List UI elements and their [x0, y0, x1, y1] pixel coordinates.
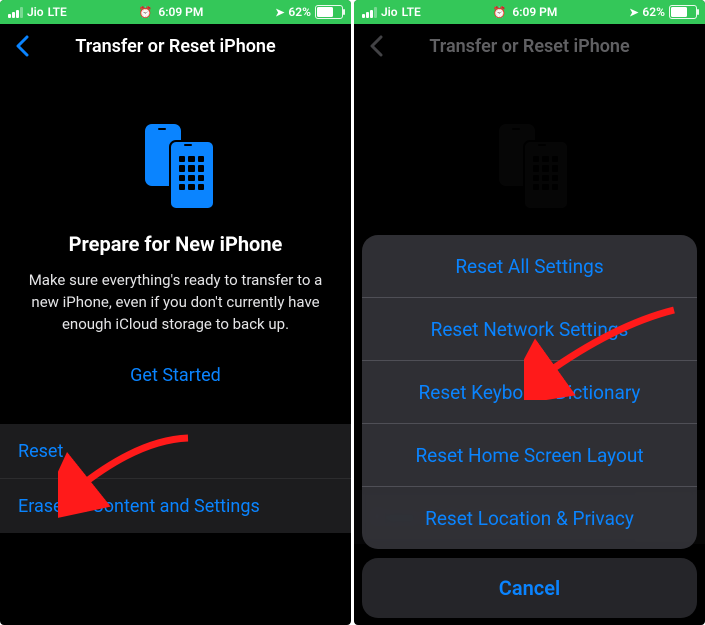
options-list: Reset Erase All Content and Settings: [0, 424, 351, 533]
screenshot-right: Jio LTE ⏰ 6:09 PM ➤ 62% Transfer or Rese…: [354, 0, 705, 625]
reset-network-settings-option[interactable]: Reset Network Settings: [362, 297, 697, 360]
network-label: LTE: [48, 5, 67, 19]
cancel-button[interactable]: Cancel: [362, 558, 697, 618]
erase-row[interactable]: Erase All Content and Settings: [0, 478, 351, 533]
clock-time: 6:09 PM: [512, 5, 557, 19]
signal-icon: [362, 7, 377, 18]
section-gap: [0, 386, 351, 424]
reset-location-privacy-option[interactable]: Reset Location & Privacy: [362, 486, 697, 549]
dual-screenshot-stage: Jio LTE ⏰ 6:09 PM ➤ 62% Transfer or Rese…: [0, 0, 705, 625]
screenshot-left: Jio LTE ⏰ 6:09 PM ➤ 62% Transfer or Rese…: [0, 0, 351, 625]
prepare-title: Prepare for New iPhone: [22, 232, 329, 256]
reset-keyboard-dictionary-option[interactable]: Reset Keyboard Dictionary: [362, 360, 697, 423]
reset-action-sheet: Reset All Settings Reset Network Setting…: [362, 235, 697, 618]
status-bar: Jio LTE ⏰ 6:09 PM ➤ 62%: [0, 0, 351, 24]
alarm-icon: ⏰: [139, 6, 153, 19]
iphone-transfer-icon: [131, 124, 221, 204]
location-icon: ➤: [629, 6, 638, 19]
battery-percent: 62%: [288, 5, 311, 19]
chevron-left-icon: [15, 35, 29, 57]
carrier-label: Jio: [27, 5, 44, 19]
battery-percent: 62%: [642, 5, 665, 19]
carrier-label: Jio: [381, 5, 398, 19]
network-label: LTE: [402, 5, 421, 19]
battery-icon: [315, 5, 343, 19]
reset-home-screen-layout-option[interactable]: Reset Home Screen Layout: [362, 423, 697, 486]
alarm-icon: ⏰: [493, 6, 507, 19]
prepare-body: Make sure everything's ready to transfer…: [22, 270, 329, 335]
get-started-link[interactable]: Get Started: [22, 365, 329, 386]
page-title: Transfer or Reset iPhone: [0, 36, 351, 57]
action-sheet-group: Reset All Settings Reset Network Setting…: [362, 235, 697, 549]
back-button[interactable]: [6, 24, 38, 68]
reset-all-settings-option[interactable]: Reset All Settings: [362, 235, 697, 297]
battery-icon: [669, 5, 697, 19]
nav-bar: Transfer or Reset iPhone: [0, 24, 351, 68]
reset-row[interactable]: Reset: [0, 424, 351, 478]
clock-time: 6:09 PM: [158, 5, 203, 19]
signal-icon: [8, 7, 23, 18]
location-icon: ➤: [275, 6, 284, 19]
status-bar: Jio LTE ⏰ 6:09 PM ➤ 62%: [354, 0, 705, 24]
prepare-card: Prepare for New iPhone Make sure everyth…: [0, 124, 351, 386]
